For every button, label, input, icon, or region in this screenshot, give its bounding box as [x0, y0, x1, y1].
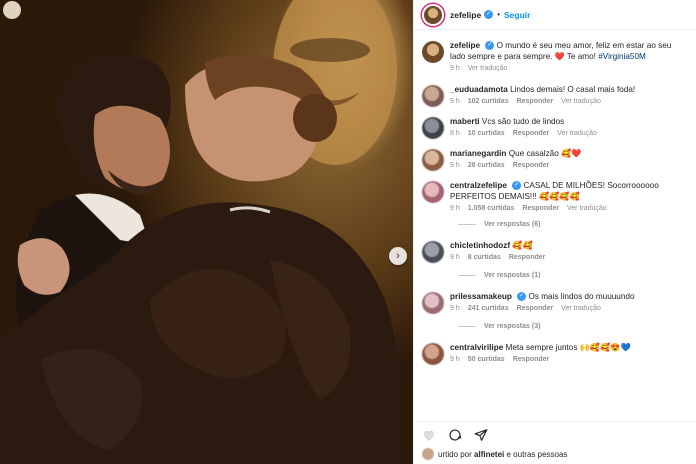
comment-item: maberti Vcs são tudo de lindos 8 h 10 cu…: [422, 107, 688, 139]
caption-username[interactable]: zefelipe: [450, 41, 480, 50]
post-photo[interactable]: ›: [0, 0, 413, 464]
comments-panel: zefelipe ✓ • Seguir zefelipe ✓ O mundo é…: [413, 0, 696, 464]
translate-link[interactable]: Ver tradução: [561, 98, 601, 105]
comment-item: marianegardin Que casalzão 🥰❤️ 9 h 28 cu…: [422, 139, 688, 171]
avatar[interactable]: [422, 149, 444, 171]
liked-by-user[interactable]: alfinetei: [474, 450, 504, 459]
caption: zefelipe ✓ O mundo é seu meu amor, feliz…: [422, 30, 688, 72]
chevron-right-icon[interactable]: ›: [389, 247, 407, 265]
hashtag-link[interactable]: #Virginia50M: [598, 52, 646, 61]
reply-button[interactable]: Responder: [517, 305, 554, 312]
comment-username[interactable]: centralvirilipe: [450, 343, 503, 352]
comment-username[interactable]: centralzefelipe: [450, 181, 507, 190]
post-actions: urtido por alfinetei e outras pessoas: [414, 421, 696, 464]
avatar[interactable]: [422, 3, 444, 26]
caption-meta: 9 h Ver tradução: [450, 65, 688, 72]
comment-text: Os mais lindos do muuuundo: [528, 292, 635, 301]
timestamp: 9 h: [450, 305, 460, 312]
share-icon[interactable]: [474, 428, 488, 442]
avatar[interactable]: [422, 181, 444, 203]
translate-link[interactable]: Ver tradução: [561, 305, 601, 312]
follow-button[interactable]: Seguir: [504, 10, 530, 20]
translate-link[interactable]: Ver tradução: [567, 205, 607, 212]
avatar[interactable]: [422, 292, 444, 314]
timestamp: 9 h: [450, 162, 460, 169]
avatar[interactable]: [422, 85, 444, 107]
comment-item: _euduadamota Lindos demais! O casal mais…: [422, 72, 688, 107]
caption-text: zefelipe ✓ O mundo é seu meu amor, feliz…: [450, 40, 688, 62]
comment-item: prilessamakeup ✓ Os mais lindos do muuuu…: [422, 279, 688, 314]
reply-button[interactable]: Responder: [517, 98, 554, 105]
avatar[interactable]: [422, 117, 444, 139]
timestamp: 8 h: [450, 130, 460, 137]
translate-link[interactable]: Ver tradução: [468, 65, 508, 72]
comment-item: chicletinhodozf 🥰🥰 9 h 8 curtidas Respon…: [422, 228, 688, 263]
view-replies-button[interactable]: Ver respostas (1): [458, 272, 688, 279]
heart-icon[interactable]: [422, 428, 436, 442]
reply-button[interactable]: Responder: [522, 205, 559, 212]
view-replies-button[interactable]: Ver respostas (3): [458, 323, 688, 330]
comment-username[interactable]: _euduadamota: [450, 85, 508, 94]
timestamp: 9 h: [450, 254, 460, 261]
comment-text: Lindos demais! O casal mais foda!: [510, 85, 636, 94]
timestamp: 9 h: [450, 356, 460, 363]
avatar[interactable]: [422, 241, 444, 263]
timestamp: 9 h: [450, 98, 460, 105]
reply-button[interactable]: Responder: [513, 130, 550, 137]
comment-username[interactable]: marianegardin: [450, 149, 506, 158]
likes-count[interactable]: 8 curtidas: [468, 254, 501, 261]
timestamp: 9 h: [450, 65, 460, 72]
likes-count[interactable]: 50 curtidas: [468, 356, 505, 363]
comment-username[interactable]: chicletinhodozf: [450, 241, 510, 250]
comment-list: zefelipe ✓ O mundo é seu meu amor, feliz…: [414, 30, 696, 365]
comment-item: centralzefelipe ✓ CASAL DE MILHÕES! Soco…: [422, 171, 688, 212]
comment-text: Que casalzão 🥰❤️: [508, 149, 582, 158]
post-header: zefelipe ✓ • Seguir: [414, 0, 696, 30]
avatar: [422, 448, 434, 460]
liked-by-summary: urtido por alfinetei e outras pessoas: [422, 448, 689, 460]
view-replies-button[interactable]: Ver respostas (6): [458, 221, 688, 228]
reply-button[interactable]: Responder: [513, 356, 550, 363]
couple-photo-illustration: [0, 0, 403, 464]
verified-badge-icon: ✓: [484, 10, 494, 19]
liked-by-suffix[interactable]: e outras pessoas: [507, 450, 568, 459]
comment-text: Vcs são tudo de lindos: [481, 117, 565, 126]
translate-link[interactable]: Ver tradução: [557, 130, 597, 137]
likes-count[interactable]: 102 curtidas: [468, 98, 509, 105]
comment-text: 🥰🥰: [512, 241, 533, 250]
author-username[interactable]: zefelipe: [450, 10, 481, 20]
verified-badge-icon: ✓: [517, 292, 527, 302]
reply-button[interactable]: Responder: [509, 254, 546, 261]
timestamp: 9 h: [450, 205, 460, 212]
comment-item: centralvirilipe Meta sempre juntos 🙌🥰🥰😍💙…: [422, 330, 688, 365]
likes-count[interactable]: 1.058 curtidas: [468, 205, 515, 212]
liked-by-prefix: urtido por: [438, 449, 472, 459]
likes-count[interactable]: 10 curtidas: [468, 130, 505, 137]
likes-count[interactable]: 241 curtidas: [468, 305, 509, 312]
comment-username[interactable]: maberti: [450, 117, 480, 126]
comment-icon[interactable]: [448, 428, 462, 442]
heart-emoji: ❤️: [554, 52, 565, 61]
comment-username[interactable]: prilessamakeup: [450, 292, 512, 301]
comment-text: Meta sempre juntos 🙌🥰🥰😍💙: [505, 343, 631, 352]
reply-button[interactable]: Responder: [513, 162, 550, 169]
separator-dot: •: [497, 10, 500, 19]
caption-body-2: Te amo!: [566, 52, 596, 61]
verified-badge-icon: ✓: [485, 41, 495, 51]
likes-count[interactable]: 28 curtidas: [468, 162, 505, 169]
avatar[interactable]: [422, 41, 444, 63]
avatar[interactable]: [422, 343, 444, 365]
verified-badge-icon: ✓: [512, 181, 522, 191]
